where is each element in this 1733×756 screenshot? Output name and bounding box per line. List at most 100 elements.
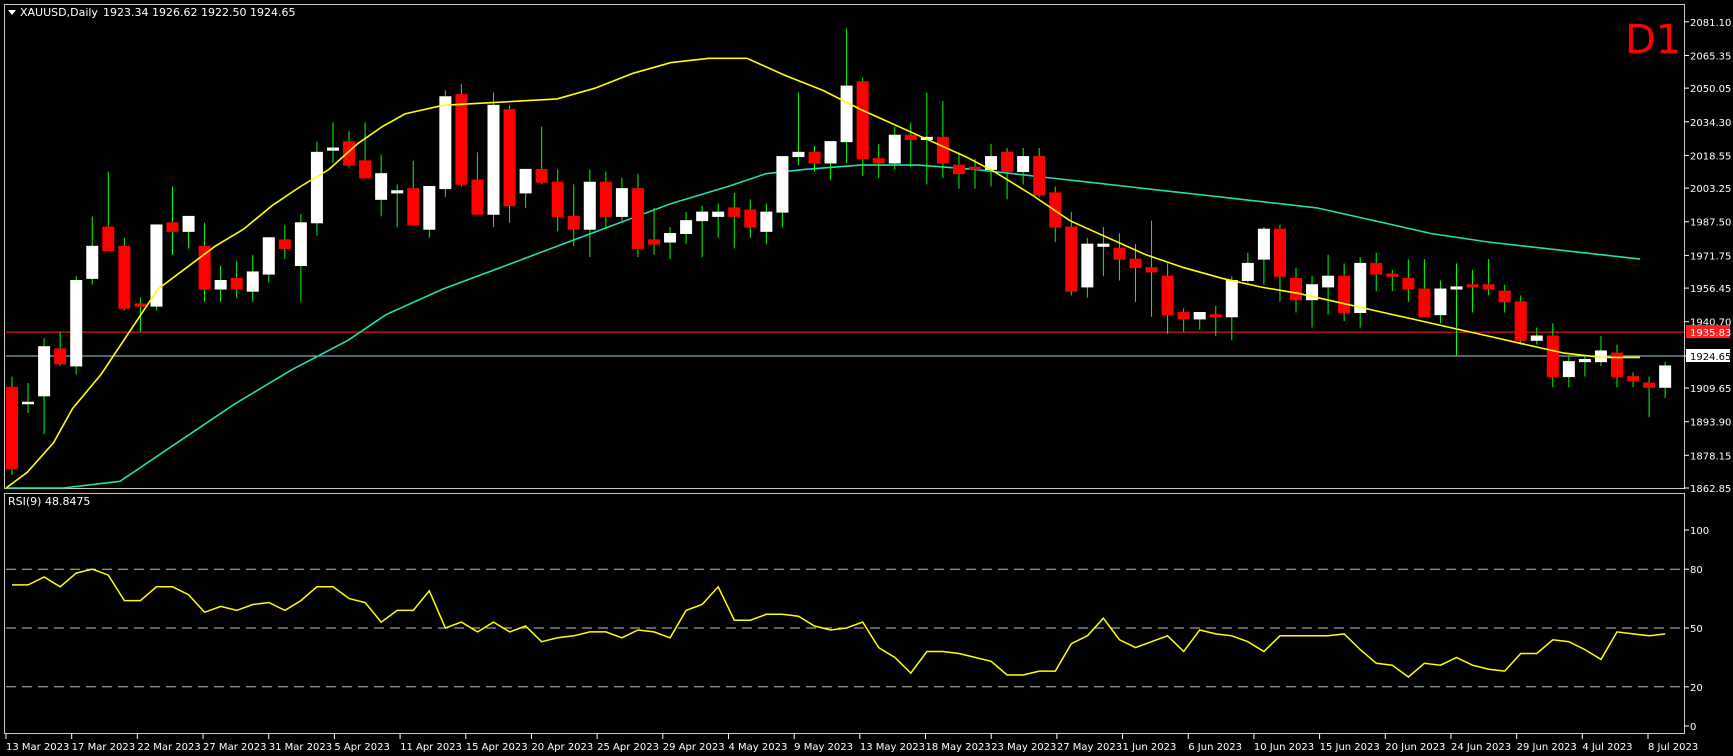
candle-body-bear	[1627, 376, 1640, 382]
candle-body-bear	[872, 158, 885, 164]
candle-body-bear	[230, 277, 243, 290]
candle-body-bear	[198, 245, 211, 290]
time-tick-label: 27 May 2023	[1057, 742, 1122, 753]
candle	[118, 237, 131, 311]
candle-body-bull	[1225, 279, 1238, 318]
candle-body-bull	[615, 188, 628, 217]
candle-body-bear	[1498, 290, 1511, 303]
candle-body-bull	[680, 220, 693, 234]
candle-body-bear	[1482, 284, 1495, 290]
candle-body-bear	[359, 160, 372, 179]
time-tick-label: 6 Jun 2023	[1188, 742, 1242, 753]
candle-body-bull	[1659, 365, 1672, 388]
candle-body-bear	[1033, 156, 1046, 196]
candle-body-bear	[407, 188, 420, 226]
price-tick-label: 1987.50	[1690, 218, 1731, 229]
candle-body-bull	[375, 173, 388, 200]
candle-body-bear	[1418, 288, 1431, 318]
time-tick-label: 22 Mar 2023	[137, 742, 200, 753]
time-tick-label: 1 Jun 2023	[1123, 742, 1177, 753]
time-tick-label: 15 Apr 2023	[466, 742, 528, 753]
time-tick-label: 20 Jun 2023	[1385, 742, 1445, 753]
time-tick-label: 8 Jul 2023	[1648, 742, 1698, 753]
rsi-tick-label: 100	[1690, 526, 1709, 537]
candle-body-bull	[327, 147, 339, 151]
candle-body-bear	[1065, 226, 1078, 292]
time-tick-label: 31 Mar 2023	[269, 742, 332, 753]
candle-body-bull	[696, 211, 709, 222]
candle-body-bull	[664, 232, 677, 243]
level-price-tag-text: 1935.83	[1690, 328, 1731, 339]
candle	[6, 376, 18, 475]
price-tick-label: 2034.30	[1690, 118, 1731, 129]
time-tick-label: 5 Apr 2023	[334, 742, 389, 753]
price-tick-label: 2018.55	[1690, 151, 1731, 162]
candle-body-bear	[1001, 151, 1014, 173]
candle-body-bull	[776, 156, 789, 213]
timeframe-badge: D1	[1625, 17, 1681, 63]
candle-body-bull	[1562, 361, 1575, 378]
price-tick-label: 2065.35	[1690, 51, 1731, 62]
price-tick-label: 1909.65	[1690, 384, 1731, 395]
candle-body-bear	[969, 166, 981, 170]
candle-body-bear	[1161, 275, 1174, 316]
time-tick-label: 9 May 2023	[794, 742, 853, 753]
candle-body-bull	[888, 134, 901, 164]
candle-body-bull	[1081, 243, 1094, 288]
symbol-header: XAUUSD,Daily 1923.34 1926.62 1922.50 192…	[8, 6, 295, 19]
candle-body-bear	[102, 226, 115, 252]
candle-body-bear	[455, 94, 468, 185]
main-pane-border	[4, 4, 1685, 489]
candle-body-bear	[1273, 228, 1286, 277]
time-tick-label: 15 Jun 2023	[1320, 742, 1380, 753]
header-symbol: XAUUSD,Daily	[20, 6, 98, 19]
time-tick-label: 29 Apr 2023	[663, 742, 725, 753]
time-tick-label: 10 Jun 2023	[1254, 742, 1314, 753]
candle-body-bear	[1546, 335, 1559, 378]
price-tick-label: 1893.90	[1690, 418, 1731, 429]
candle-body-bear	[631, 188, 644, 249]
rsi-tick-label: 50	[1690, 624, 1703, 635]
candle-body-bear	[1514, 301, 1527, 341]
price-tick-label: 2050.05	[1690, 84, 1731, 95]
rsi-pane-border	[4, 493, 1685, 734]
time-tick-label: 13 May 2023	[860, 742, 925, 753]
candle-body-bull	[86, 245, 99, 279]
chart-canvas: XAUUSD,Daily 1923.34 1926.62 1922.50 192…	[4, 4, 1731, 753]
candle	[487, 92, 500, 228]
candle-body-bull	[1530, 335, 1543, 341]
rsi-axis: 100 80 50 20 0	[1684, 526, 1709, 733]
rsi-pane: RSI(9) 48.8475	[4, 493, 1685, 734]
candle-body-bear	[54, 348, 67, 365]
candle-body-bull	[70, 279, 83, 367]
candle-body-bear	[118, 245, 131, 309]
candle-body-bull	[1450, 286, 1463, 290]
candle	[310, 141, 323, 236]
candle-body-bull	[1017, 156, 1030, 173]
time-tick-label: 20 Apr 2023	[531, 742, 593, 753]
candle-body-bull	[150, 224, 163, 307]
candle-body-bull	[1193, 312, 1206, 320]
candle-body-bull	[391, 190, 404, 194]
current-price-tag-text: 1924.65	[1690, 352, 1731, 363]
time-tick-label: 4 May 2023	[728, 742, 787, 753]
candle-body-bear	[134, 303, 147, 307]
candle-body-bear	[343, 141, 356, 166]
candle-body-bear	[471, 179, 484, 215]
candle-body-bear	[551, 181, 564, 217]
main-pane: XAUUSD,Daily 1923.34 1926.62 1922.50 192…	[4, 4, 1685, 489]
price-tick-label: 2081.10	[1690, 18, 1731, 29]
candle-body-bull	[824, 141, 837, 164]
candle-body-bear	[535, 168, 548, 183]
candle-body-bull	[1097, 243, 1110, 247]
rsi-tick-label: 20	[1690, 683, 1703, 694]
candle-body-bull	[792, 151, 805, 158]
rsi-tick-label: 80	[1690, 565, 1703, 576]
candle-body-bear	[1129, 258, 1142, 269]
candle-body-bull	[1257, 228, 1270, 260]
candle-body-bull	[246, 271, 259, 292]
candle-body-bull	[38, 346, 51, 397]
candle-body-bull	[712, 211, 725, 217]
candle-body-bear	[1370, 262, 1383, 275]
time-tick-label: 13 Mar 2023	[6, 742, 69, 753]
